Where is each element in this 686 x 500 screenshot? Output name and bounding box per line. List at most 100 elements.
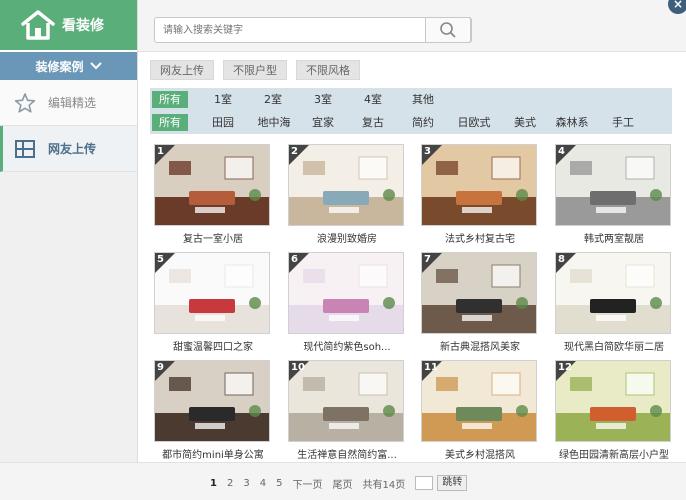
- room-filter-all[interactable]: 所有: [152, 91, 188, 108]
- total-pages-text: 共有14页: [362, 479, 406, 491]
- room-filter-row: 所有 1室 2室 3室 4室 其他: [150, 88, 672, 111]
- tag-style[interactable]: 不限风格: [296, 60, 360, 80]
- card-number: 7: [424, 254, 431, 265]
- gallery-card[interactable]: 1 复古一室小居: [154, 144, 272, 245]
- sidebar-item-user-uploads[interactable]: 网友上传: [0, 126, 137, 172]
- jump-button[interactable]: 跳转: [437, 475, 468, 491]
- card-number: 1: [157, 146, 164, 157]
- room-thumbnail[interactable]: 5: [154, 252, 270, 334]
- room-filter-item[interactable]: 其他: [410, 91, 436, 108]
- style-filter-item[interactable]: 复古: [358, 114, 388, 131]
- search-icon: [440, 22, 456, 38]
- brand-title: 看装修: [62, 18, 104, 34]
- brand-header[interactable]: 看装修: [0, 0, 137, 50]
- close-icon: ×: [672, 0, 684, 11]
- gallery-card[interactable]: 4 韩式两室靓居: [555, 144, 673, 245]
- room-filter-item[interactable]: 4室: [360, 91, 386, 108]
- page-link[interactable]: 5: [276, 478, 282, 489]
- sidebar-item-label: 编辑精选: [48, 96, 97, 110]
- style-filter-row: 所有 田园 地中海 宜家 复古 简约 日欧式 美式 森林系 手工: [150, 111, 672, 134]
- card-title[interactable]: 法式乡村复古宅: [421, 230, 539, 245]
- style-filter-item[interactable]: 手工: [608, 114, 638, 131]
- page-number-input[interactable]: [415, 476, 434, 490]
- gallery-grid: 1 复古一室小居 2 浪漫别致婚房 3 法式乡村复古宅 4 韩式两室靓居 5 甜蜜温馨四口之家 6 现…: [150, 140, 674, 461]
- gallery-card[interactable]: 6 现代简约紫色soh...: [288, 252, 406, 353]
- gallery-card[interactable]: 3 法式乡村复古宅: [421, 144, 539, 245]
- filter-panel: 所有 1室 2室 3室 4室 其他 所有 田园 地中海 宜家 复古 简约 日欧式…: [150, 88, 672, 134]
- card-number: 10: [291, 362, 305, 373]
- gallery-card[interactable]: 5 甜蜜温馨四口之家: [154, 252, 272, 353]
- card-title[interactable]: 生活禅意自然简约富...: [288, 446, 406, 461]
- sidebar-item-editor-picks[interactable]: 编辑精选: [0, 80, 137, 126]
- filter-tags: 网友上传 不限户型 不限风格: [150, 60, 369, 80]
- room-filter-item[interactable]: 3室: [310, 91, 336, 108]
- card-number: 9: [157, 362, 164, 373]
- layout-icon: [14, 138, 36, 160]
- card-title[interactable]: 新古典混搭风美家: [421, 338, 539, 353]
- pagination: 1 2 3 4 5 下一页 尾页 共有14页 跳转: [210, 475, 468, 491]
- gallery-card[interactable]: 10 生活禅意自然简约富...: [288, 360, 406, 461]
- gallery-card[interactable]: 7 新古典混搭风美家: [421, 252, 539, 353]
- case-label: 装修案例: [35, 59, 84, 74]
- card-title[interactable]: 都市简约mini单身公寓: [154, 446, 272, 461]
- style-filter-all[interactable]: 所有: [152, 114, 188, 131]
- card-title[interactable]: 复古一室小居: [154, 230, 272, 245]
- page-link[interactable]: 2: [227, 478, 233, 489]
- style-filter-item[interactable]: 宜家: [308, 114, 338, 131]
- gallery-card[interactable]: 9 都市简约mini单身公寓: [154, 360, 272, 461]
- style-filter-item[interactable]: 田园: [208, 114, 238, 131]
- room-thumbnail[interactable]: 7: [421, 252, 537, 334]
- style-filter-item[interactable]: 日欧式: [454, 114, 494, 131]
- room-thumbnail[interactable]: 10: [288, 360, 404, 442]
- card-number: 8: [558, 254, 565, 265]
- card-title[interactable]: 韩式两室靓居: [555, 230, 673, 245]
- room-thumbnail[interactable]: 9: [154, 360, 270, 442]
- pagination-bar: 1 2 3 4 5 下一页 尾页 共有14页 跳转: [0, 462, 686, 500]
- card-title[interactable]: 美式乡村混搭风: [421, 446, 539, 461]
- style-filter-item[interactable]: 地中海: [254, 114, 294, 131]
- gallery-card[interactable]: 8 现代黑白简欧华丽二居: [555, 252, 673, 353]
- page-link-current[interactable]: 1: [210, 478, 217, 489]
- style-filter-item[interactable]: 简约: [408, 114, 438, 131]
- gallery-card[interactable]: 12 绿色田园清新高层小户型: [555, 360, 673, 461]
- tag-source[interactable]: 网友上传: [150, 60, 214, 80]
- gallery-card[interactable]: 2 浪漫别致婚房: [288, 144, 406, 245]
- card-number: 6: [291, 254, 298, 265]
- card-title[interactable]: 浪漫别致婚房: [288, 230, 406, 245]
- card-number: 11: [424, 362, 438, 373]
- room-thumbnail[interactable]: 8: [555, 252, 671, 334]
- star-icon: [14, 92, 36, 114]
- last-page-link[interactable]: 尾页: [332, 476, 352, 491]
- page-link[interactable]: 4: [260, 478, 266, 489]
- card-title[interactable]: 现代简约紫色soh...: [288, 338, 406, 353]
- card-number: 4: [558, 146, 565, 157]
- case-dropdown[interactable]: 装修案例: [0, 50, 137, 80]
- card-title[interactable]: 甜蜜温馨四口之家: [154, 338, 272, 353]
- house-icon: [21, 10, 55, 40]
- search-bar: [138, 0, 686, 52]
- card-number: 5: [157, 254, 164, 265]
- room-thumbnail[interactable]: 12: [555, 360, 671, 442]
- room-filter-item[interactable]: 2室: [260, 91, 286, 108]
- room-thumbnail[interactable]: 3: [421, 144, 537, 226]
- chevron-down-icon: [89, 60, 102, 73]
- sidebar-item-label: 网友上传: [48, 142, 97, 156]
- card-number: 12: [558, 362, 572, 373]
- tag-room-type[interactable]: 不限户型: [223, 60, 287, 80]
- style-filter-item[interactable]: 美式: [510, 114, 540, 131]
- style-filter-item[interactable]: 森林系: [552, 114, 592, 131]
- page-link[interactable]: 3: [243, 478, 249, 489]
- sidebar: 看装修 装修案例 编辑精选 网友上传: [0, 0, 138, 500]
- room-thumbnail[interactable]: 4: [555, 144, 671, 226]
- next-page-link[interactable]: 下一页: [292, 476, 322, 491]
- gallery-card[interactable]: 11 美式乡村混搭风: [421, 360, 539, 461]
- search-button[interactable]: [425, 17, 471, 43]
- search-input[interactable]: [155, 18, 471, 42]
- room-thumbnail[interactable]: 1: [154, 144, 270, 226]
- room-thumbnail[interactable]: 11: [421, 360, 537, 442]
- room-thumbnail[interactable]: 2: [288, 144, 404, 226]
- room-filter-item[interactable]: 1室: [210, 91, 236, 108]
- card-title[interactable]: 绿色田园清新高层小户型: [555, 446, 673, 461]
- room-thumbnail[interactable]: 6: [288, 252, 404, 334]
- card-title[interactable]: 现代黑白简欧华丽二居: [555, 338, 673, 353]
